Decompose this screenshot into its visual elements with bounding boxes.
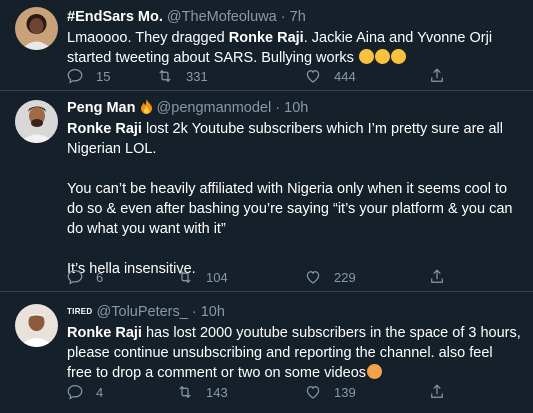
retweet-button[interactable]: 331 bbox=[156, 66, 208, 86]
tweet-text-segment: Lmaoooo. They dragged bbox=[67, 30, 229, 46]
tweet-header: TIRED @ToluPeters_ · 10h bbox=[67, 302, 521, 322]
retweet-icon bbox=[179, 385, 191, 399]
highlighted-name: Ronke Raji bbox=[67, 325, 142, 341]
share-icon bbox=[431, 384, 443, 398]
display-name[interactable]: #EndSars Mo. bbox=[67, 9, 163, 25]
reply-count: 6 bbox=[96, 269, 104, 285]
reply-icon bbox=[67, 270, 83, 285]
retweet-count: 331 bbox=[186, 68, 208, 84]
separator: · bbox=[275, 100, 281, 116]
loudly-crying-face-icon bbox=[358, 49, 374, 64]
user-handle[interactable]: @TheMofeoluwa bbox=[167, 9, 277, 25]
user-handle[interactable]: @pengmanmodel bbox=[157, 100, 272, 116]
share-icon bbox=[431, 269, 443, 283]
tweet[interactable]: #EndSars Mo. @TheMofeoluwa · 7h Lmaoooo.… bbox=[0, 0, 533, 91]
reply-button[interactable]: 6 bbox=[66, 267, 103, 287]
avatar[interactable] bbox=[15, 7, 58, 50]
like-icon bbox=[306, 386, 320, 399]
like-count: 444 bbox=[334, 68, 356, 84]
timestamp[interactable]: 10h bbox=[284, 100, 308, 116]
tweet[interactable]: TIRED @ToluPeters_ · 10h Ronke Raji has … bbox=[0, 292, 533, 413]
retweet-button[interactable]: 143 bbox=[176, 382, 228, 402]
share-button[interactable] bbox=[428, 66, 446, 86]
reply-button[interactable]: 4 bbox=[66, 382, 103, 402]
separator: · bbox=[191, 304, 197, 320]
tweet-paragraph: Ronke Raji lost 2k Youtube subscribers w… bbox=[67, 119, 521, 159]
like-icon bbox=[306, 271, 320, 284]
loudly-crying-face-icon bbox=[390, 49, 406, 64]
tweet-paragraph: It’s hella insensitive. bbox=[67, 261, 196, 277]
tweet-header: #EndSars Mo. @TheMofeoluwa · 7h bbox=[67, 8, 521, 27]
display-name[interactable]: TIRED bbox=[67, 307, 93, 316]
reply-button[interactable]: 15 bbox=[66, 66, 110, 86]
retweet-count: 143 bbox=[206, 384, 228, 400]
retweet-icon bbox=[159, 69, 171, 83]
like-icon bbox=[306, 70, 320, 83]
smiling-face-icon bbox=[367, 364, 383, 379]
timestamp[interactable]: 10h bbox=[201, 304, 225, 320]
tweet-text: Lmaoooo. They dragged Ronke Raji. Jackie… bbox=[67, 28, 521, 68]
tweet[interactable]: Peng Man @pengmanmodel · 10h Ronke Raji … bbox=[0, 91, 533, 292]
fire-icon bbox=[140, 99, 153, 114]
like-button[interactable]: 444 bbox=[304, 66, 356, 86]
highlighted-name: Ronke Raji bbox=[228, 30, 304, 46]
tweet-paragraph: You can’t be heavily affiliated with Nig… bbox=[67, 181, 513, 237]
highlighted-name: Ronke Raji bbox=[67, 121, 142, 137]
reply-icon bbox=[67, 385, 83, 400]
avatar[interactable] bbox=[15, 100, 58, 143]
display-name[interactable]: Peng Man bbox=[67, 100, 135, 116]
timestamp[interactable]: 7h bbox=[290, 9, 306, 25]
retweet-button[interactable]: 104 bbox=[176, 267, 228, 287]
reply-icon bbox=[67, 69, 83, 84]
retweet-count: 104 bbox=[206, 269, 228, 285]
like-button[interactable]: 229 bbox=[304, 267, 356, 287]
reply-count: 15 bbox=[96, 68, 111, 84]
like-count: 139 bbox=[334, 384, 356, 400]
user-handle[interactable]: @ToluPeters_ bbox=[97, 304, 188, 320]
loudly-crying-face-icon bbox=[374, 49, 390, 64]
share-button[interactable] bbox=[428, 267, 446, 287]
share-button[interactable] bbox=[428, 382, 446, 402]
timeline: #EndSars Mo. @TheMofeoluwa · 7h Lmaoooo.… bbox=[0, 0, 533, 413]
tweet-text: Ronke Raji lost 2k Youtube subscribers w… bbox=[67, 119, 521, 279]
tweet-header: Peng Man @pengmanmodel · 10h bbox=[67, 99, 521, 118]
like-count: 229 bbox=[334, 269, 356, 285]
avatar[interactable] bbox=[15, 304, 58, 347]
retweet-icon bbox=[179, 270, 191, 284]
separator: · bbox=[280, 9, 286, 25]
tweet-text: Ronke Raji has lost 2000 youtube subscri… bbox=[67, 323, 521, 383]
reply-count: 4 bbox=[96, 384, 104, 400]
share-icon bbox=[431, 68, 443, 82]
like-button[interactable]: 139 bbox=[304, 382, 356, 402]
